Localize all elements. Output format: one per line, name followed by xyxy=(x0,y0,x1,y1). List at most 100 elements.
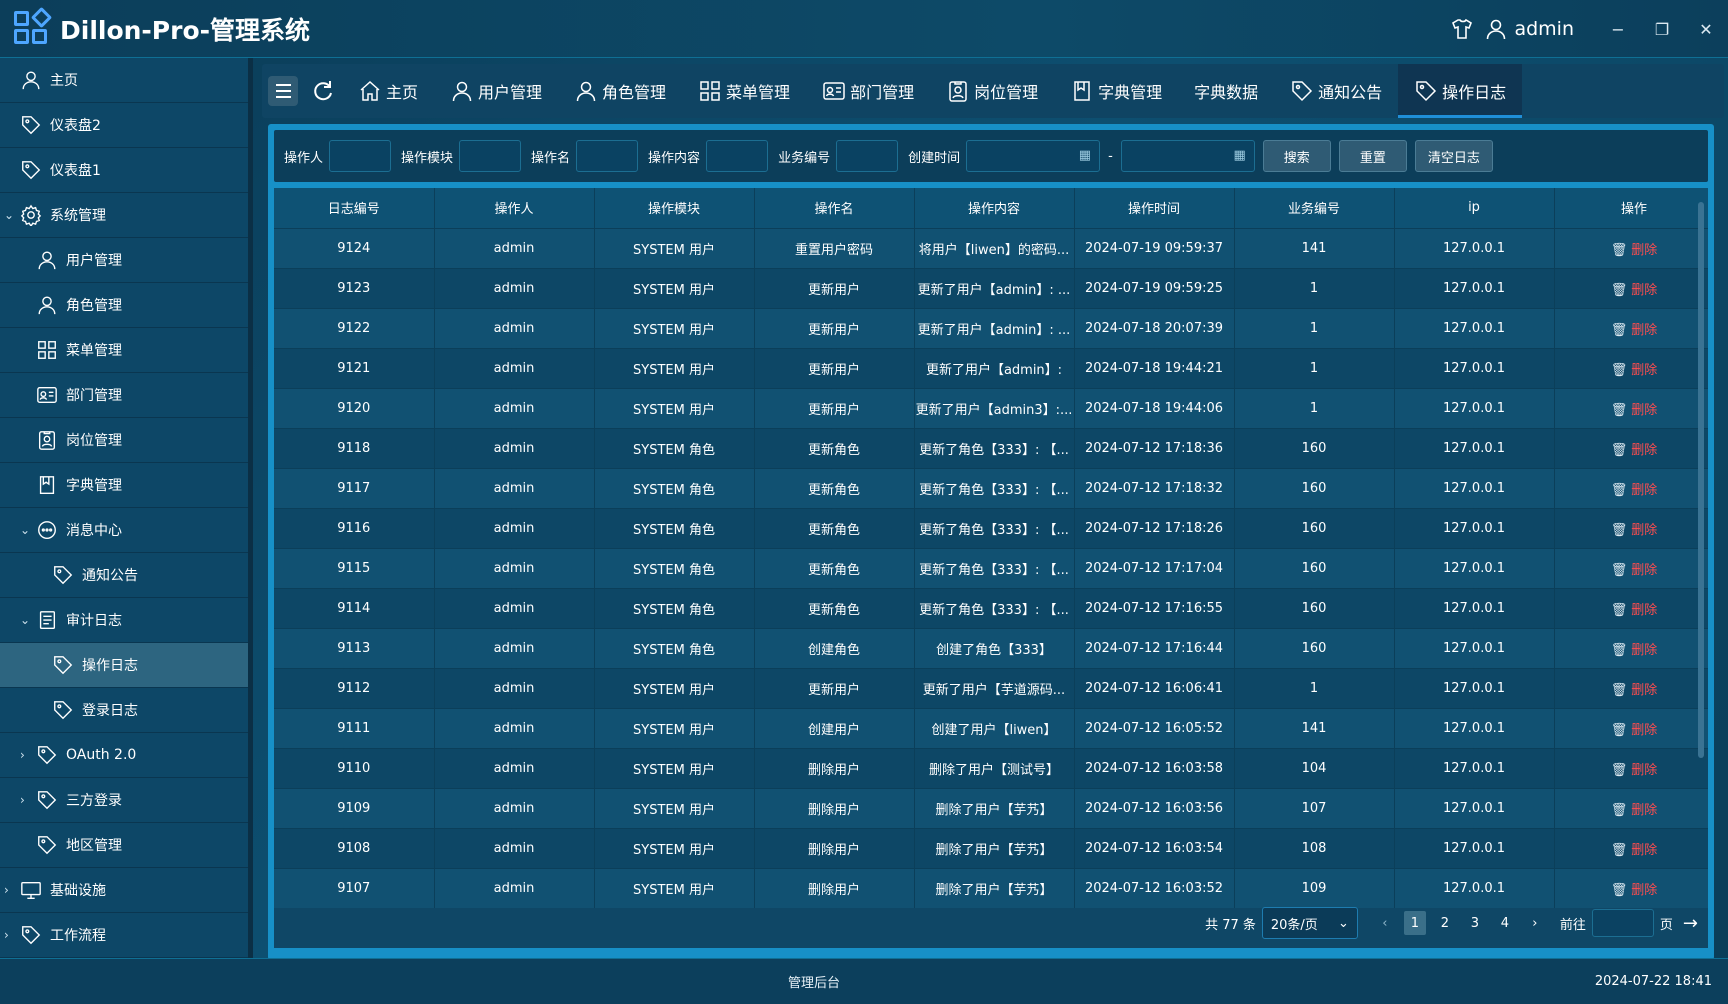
sidebar-item[interactable]: 仪表盘1 xyxy=(0,148,248,193)
page-size-select[interactable]: 20条/页 ⌄ xyxy=(1261,907,1358,939)
sidebar-item[interactable]: › 工作流程 xyxy=(0,913,248,958)
column-header[interactable]: 操作 xyxy=(1554,188,1708,228)
column-header[interactable]: 操作人 xyxy=(434,188,595,228)
sidebar-item[interactable]: 登录日志 xyxy=(0,688,248,733)
chat-icon xyxy=(38,521,56,539)
table-cell: SYSTEM 用户 xyxy=(594,387,755,428)
tab[interactable]: 用户管理 xyxy=(434,64,558,118)
sidebar-item[interactable]: 岗位管理 xyxy=(0,418,248,463)
user-icon xyxy=(38,296,56,315)
column-header[interactable]: 业务编号 xyxy=(1234,188,1395,228)
page-number[interactable]: 2 xyxy=(1434,911,1456,935)
table-cell: 127.0.0.1 xyxy=(1394,867,1555,908)
action-cell: 🗑 删除 xyxy=(1554,467,1708,508)
table-cell: 127.0.0.1 xyxy=(1394,307,1555,348)
delete-button[interactable]: 🗑 删除 xyxy=(1611,363,1658,378)
delete-button[interactable]: 🗑 删除 xyxy=(1611,603,1658,618)
sidebar-item[interactable]: 仪表盘2 xyxy=(0,103,248,148)
tab[interactable]: 菜单管理 xyxy=(682,64,806,118)
sidebar-item[interactable]: 字典管理 xyxy=(0,463,248,508)
table-cell: 创建了角色【333】 xyxy=(914,627,1075,668)
page-number[interactable]: 1 xyxy=(1403,911,1426,935)
sidebar-item[interactable]: 通知公告 xyxy=(0,553,248,598)
sidebar-item[interactable]: 主页 xyxy=(0,58,248,103)
reset-button[interactable]: 重置 xyxy=(1338,140,1407,172)
column-header[interactable]: 操作时间 xyxy=(1074,188,1235,228)
table-scrollbar[interactable] xyxy=(1698,202,1704,758)
table-cell: 删除用户 xyxy=(754,867,915,908)
sidebar-item[interactable]: ⌄ 系统管理 xyxy=(0,193,248,238)
column-header[interactable]: 操作名 xyxy=(754,188,915,228)
tab[interactable]: 部门管理 xyxy=(806,64,930,118)
tab[interactable]: 操作日志 xyxy=(1398,64,1523,118)
arrow-right-icon[interactable]: → xyxy=(1683,913,1698,934)
table-cell: 更新了用户【admin】: ... xyxy=(914,307,1075,348)
tab[interactable]: 字典管理 xyxy=(1054,64,1178,118)
sidebar-item[interactable]: › OAuth 2.0 xyxy=(0,733,248,778)
close-button[interactable]: ✕ xyxy=(1684,20,1728,39)
sidebar-item[interactable]: › 基础设施 xyxy=(0,868,248,913)
delete-button[interactable]: 🗑 删除 xyxy=(1611,763,1658,778)
sidebar-item[interactable]: 部门管理 xyxy=(0,373,248,418)
next-page-icon[interactable]: › xyxy=(1524,911,1546,935)
delete-button[interactable]: 🗑 删除 xyxy=(1611,403,1658,418)
table-cell: 删除了用户【芋艿】 xyxy=(914,867,1075,908)
restore-button[interactable]: ❐ xyxy=(1640,20,1684,39)
content-input[interactable] xyxy=(706,140,769,172)
start-date-input[interactable]: ▦ xyxy=(966,140,1101,172)
sidebar-item[interactable]: 操作日志 xyxy=(0,643,248,688)
current-user-name[interactable]: admin xyxy=(1514,18,1574,40)
delete-button[interactable]: 🗑 删除 xyxy=(1611,443,1658,458)
delete-button[interactable]: 🗑 删除 xyxy=(1611,883,1658,898)
trash-icon: 🗑 xyxy=(1610,402,1628,418)
column-header[interactable]: 操作内容 xyxy=(914,188,1075,228)
delete-button[interactable]: 🗑 删除 xyxy=(1611,323,1658,338)
delete-button[interactable]: 🗑 删除 xyxy=(1611,643,1658,658)
sidebar-item-label: 仪表盘1 xyxy=(50,163,101,179)
table-row: 9120 admin SYSTEM 用户 更新用户 更新了用户【admin3】:... 2… xyxy=(274,387,1708,428)
column-header[interactable]: 操作模块 xyxy=(594,188,755,228)
sidebar-item[interactable]: 地区管理 xyxy=(0,823,248,868)
delete-button[interactable]: 🗑 删除 xyxy=(1611,283,1658,298)
page-number[interactable]: 4 xyxy=(1494,911,1516,935)
delete-button[interactable]: 🗑 删除 xyxy=(1611,843,1658,858)
sidebar-item[interactable]: ⌄ 消息中心 xyxy=(0,508,248,553)
module-input[interactable] xyxy=(459,140,522,172)
sidebar-item[interactable]: 角色管理 xyxy=(0,283,248,328)
tab[interactable]: 主页 xyxy=(342,64,434,118)
page-number[interactable]: 3 xyxy=(1464,911,1486,935)
delete-button[interactable]: 🗑 删除 xyxy=(1611,563,1658,578)
delete-button[interactable]: 🗑 删除 xyxy=(1611,803,1658,818)
tab[interactable]: 岗位管理 xyxy=(930,64,1054,118)
table-cell: 109 xyxy=(1234,867,1395,908)
sidebar-item[interactable]: ⌄ 审计日志 xyxy=(0,598,248,643)
shirt-icon[interactable] xyxy=(1450,17,1474,41)
table-cell: 9121 xyxy=(274,347,435,388)
refresh-icon[interactable] xyxy=(308,76,338,106)
sidebar-item[interactable]: 菜单管理 xyxy=(0,328,248,373)
user-icon[interactable] xyxy=(1484,17,1508,41)
column-header[interactable]: 日志编号 xyxy=(274,188,435,228)
sidebar-item[interactable]: › 三方登录 xyxy=(0,778,248,823)
name-input[interactable] xyxy=(576,140,639,172)
end-date-input[interactable]: ▦ xyxy=(1120,140,1255,172)
delete-button[interactable]: 🗑 删除 xyxy=(1611,523,1658,538)
delete-button[interactable]: 🗑 删除 xyxy=(1611,483,1658,498)
biz-no-input[interactable] xyxy=(836,140,899,172)
delete-button[interactable]: 🗑 删除 xyxy=(1611,723,1658,738)
minimize-button[interactable]: − xyxy=(1596,20,1640,39)
column-header[interactable]: ip xyxy=(1394,188,1555,228)
prev-page-icon[interactable]: ‹ xyxy=(1374,911,1396,935)
tab[interactable]: 角色管理 xyxy=(558,64,682,118)
clear-log-button[interactable]: 清空日志 xyxy=(1414,140,1493,172)
tab[interactable]: 通知公告 xyxy=(1274,64,1398,118)
tab[interactable]: 字典数据 xyxy=(1178,64,1274,118)
search-button[interactable]: 搜索 xyxy=(1262,140,1331,172)
goto-page-input[interactable] xyxy=(1591,909,1654,937)
delete-button[interactable]: 🗑 删除 xyxy=(1611,683,1658,698)
menu-toggle-icon[interactable] xyxy=(268,76,298,106)
delete-button[interactable]: 🗑 删除 xyxy=(1611,243,1658,258)
sidebar-item[interactable]: 用户管理 xyxy=(0,238,248,283)
operator-input[interactable] xyxy=(329,140,392,172)
table-cell: 127.0.0.1 xyxy=(1394,347,1555,388)
